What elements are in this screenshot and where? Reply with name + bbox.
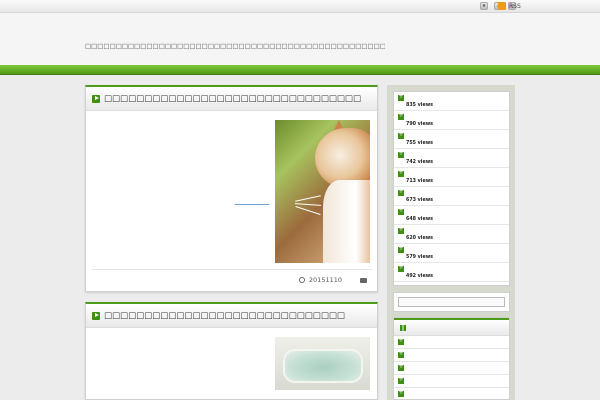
site-tagline: □□□□□□□□□□□□□□□□□□□□□□□□□□□□□□□□□□□□□□□□… — [85, 42, 385, 50]
whisker — [295, 195, 321, 202]
bathtub — [283, 349, 363, 383]
nav-bar — [0, 65, 600, 75]
plus-icon — [398, 264, 404, 272]
rss-link[interactable]: RSS — [498, 2, 521, 10]
site-header: □□□□□□□□□□□□□□□□□□□□□□□□□□□□□□□□□□□□□□□□… — [0, 13, 600, 65]
whisker — [295, 206, 321, 215]
clock-icon — [298, 277, 305, 283]
search-input[interactable] — [398, 297, 505, 307]
plus-icon — [398, 376, 404, 384]
post-header: □□□□□□□□□□□□□□□□□□□□□□□□□□□□□□□□ — [86, 87, 377, 111]
ranking-item[interactable]: 579 views — [394, 244, 509, 263]
category-item[interactable] — [394, 336, 509, 349]
rss-icon — [498, 2, 506, 10]
grid-icon — [400, 325, 406, 331]
ranking-item[interactable]: 648 views — [394, 206, 509, 225]
bookmark-icon[interactable]: ★ — [480, 2, 488, 10]
category-item[interactable] — [394, 388, 509, 400]
cat-head — [315, 128, 370, 188]
post-title[interactable]: □□□□□□□□□□□□□□□□□□□□□□□□□□□□□□□□ — [104, 94, 361, 104]
plus-icon — [398, 150, 404, 158]
plus-icon — [398, 363, 404, 371]
cat-photo[interactable] — [275, 120, 370, 263]
ranking-item[interactable]: 790 views — [394, 111, 509, 130]
plus-icon — [398, 350, 404, 358]
play-icon — [92, 311, 100, 320]
folder-icon[interactable] — [360, 277, 367, 283]
divider — [92, 269, 372, 270]
ranking-item[interactable]: 673 views — [394, 187, 509, 206]
category-item[interactable] — [394, 375, 509, 388]
plus-icon — [398, 93, 404, 101]
category-item[interactable] — [394, 362, 509, 375]
view-count: 742 views — [406, 160, 433, 165]
bathtub-photo[interactable] — [275, 337, 370, 390]
ranking-item[interactable]: 620 views — [394, 225, 509, 244]
ranking-item[interactable]: 713 views — [394, 168, 509, 187]
ranking-item[interactable]: 835 views — [394, 92, 509, 111]
plus-icon — [398, 226, 404, 234]
ranking-item[interactable]: 755 views — [394, 130, 509, 149]
view-count: 755 views — [406, 141, 433, 146]
post-header: □□□□□□□□□□□□□□□□□□□□□□□□□□□□□□ — [86, 304, 377, 328]
category-item[interactable] — [394, 349, 509, 362]
search-widget — [393, 292, 510, 312]
categories-header — [394, 318, 509, 336]
view-count: 673 views — [406, 198, 433, 203]
plus-icon — [398, 389, 404, 397]
view-count: 790 views — [406, 122, 433, 127]
play-icon — [92, 94, 100, 103]
top-bar: ★ ↓ ◎ RSS — [0, 0, 600, 13]
view-count: 620 views — [406, 236, 433, 241]
plus-icon — [398, 245, 404, 253]
ranking-item[interactable]: 492 views — [394, 263, 509, 282]
view-count: 835 views — [406, 103, 433, 108]
whisker — [294, 203, 322, 206]
view-count: 579 views — [406, 255, 433, 260]
categories-widget — [393, 317, 510, 400]
ranking-item[interactable]: 742 views — [394, 149, 509, 168]
view-count: 713 views — [406, 179, 433, 184]
post-title[interactable]: □□□□□□□□□□□□□□□□□□□□□□□□□□□□□□ — [104, 311, 345, 321]
inline-link[interactable] — [235, 204, 269, 205]
rss-label: RSS — [509, 2, 521, 10]
plus-icon — [398, 207, 404, 215]
post-card: □□□□□□□□□□□□□□□□□□□□□□□□□□□□□□ — [85, 302, 378, 400]
post-date: 20151110 — [308, 276, 342, 284]
view-count: 648 views — [406, 217, 433, 222]
post-meta: 20151110 — [298, 276, 367, 284]
post-card: □□□□□□□□□□□□□□□□□□□□□□□□□□□□□□□□ 2015111… — [85, 85, 378, 292]
cat-body — [323, 180, 370, 263]
sidebar: 835 views 790 views 755 views 742 views … — [387, 85, 515, 400]
plus-icon — [398, 188, 404, 196]
popular-posts-widget: 835 views 790 views 755 views 742 views … — [393, 91, 510, 286]
plus-icon — [398, 131, 404, 139]
view-count: 492 views — [406, 274, 433, 279]
plus-icon — [398, 169, 404, 177]
plus-icon — [398, 112, 404, 120]
plus-icon — [398, 337, 404, 345]
